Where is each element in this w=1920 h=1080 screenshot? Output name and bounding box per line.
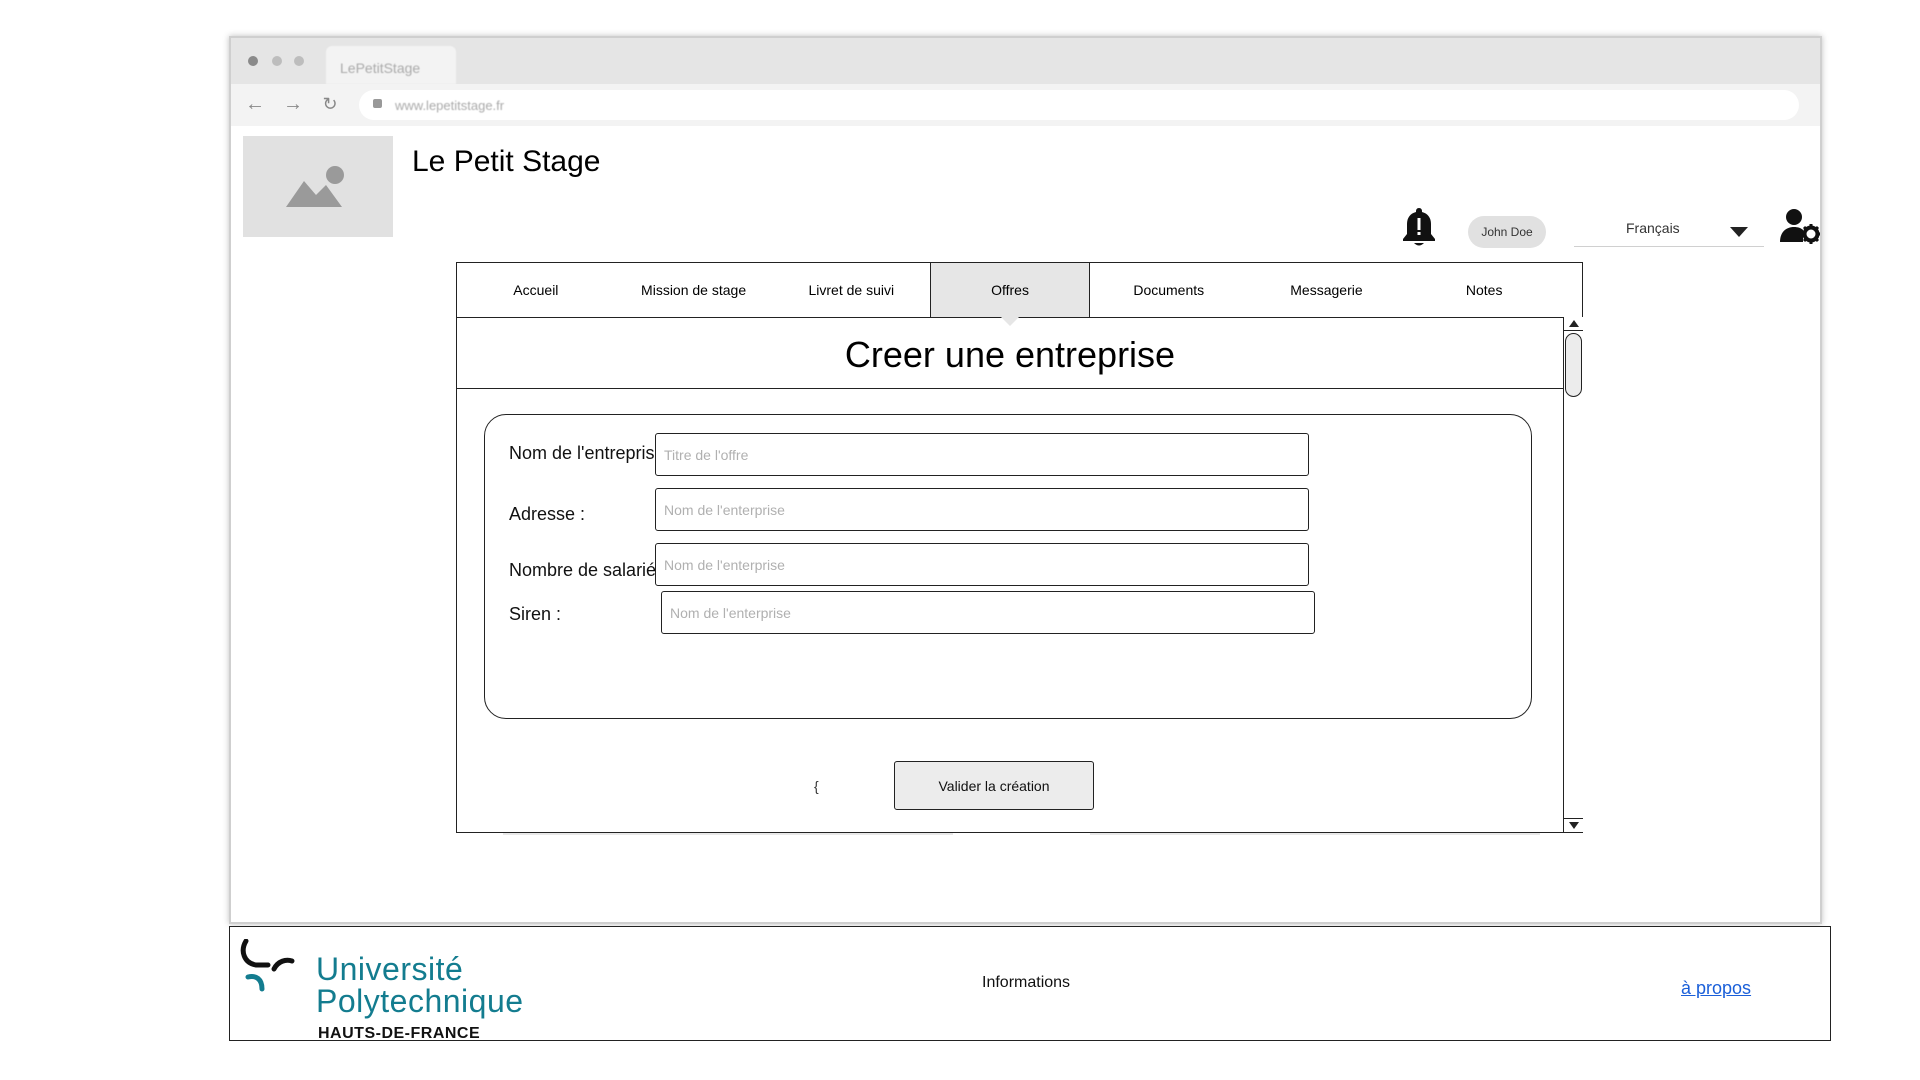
browser-tab[interactable]: LePetitStage: [326, 46, 456, 84]
window-minimize-dot[interactable]: [272, 56, 282, 66]
main-tabs: Accueil Mission de stage Livret de suivi…: [457, 263, 1563, 326]
user-settings-icon[interactable]: [1780, 208, 1820, 244]
reload-icon[interactable]: ↻: [318, 92, 342, 116]
address-bar[interactable]: www.lepetitstage.fr: [359, 90, 1799, 120]
panel-shadow-right: [1090, 833, 1540, 835]
scroll-up-arrow-icon[interactable]: [1564, 317, 1583, 331]
address-label: Adresse :: [509, 504, 586, 524]
siren-input[interactable]: [661, 591, 1315, 634]
tab-accueil[interactable]: Accueil: [457, 263, 615, 317]
siren-label: Siren :: [509, 604, 562, 624]
tab-offres[interactable]: Offres: [930, 263, 1090, 326]
back-arrow-icon[interactable]: ←: [243, 92, 267, 116]
footer: Université Polytechnique HAUTS-DE-FRANCE…: [229, 926, 1831, 1042]
lock-icon: [373, 99, 382, 108]
footer-informations[interactable]: Informations: [982, 974, 1070, 992]
chevron-down-icon: [1730, 227, 1748, 237]
user-name-badge[interactable]: John Doe: [1468, 216, 1546, 248]
main-panel: Accueil Mission de stage Livret de suivi…: [456, 262, 1583, 833]
company-name-input[interactable]: [655, 433, 1309, 476]
window-maximize-dot[interactable]: [294, 56, 304, 66]
logo-line-region: HAUTS-DE-FRANCE: [318, 1025, 481, 1042]
site-logo-placeholder: [243, 136, 393, 237]
forward-arrow-icon[interactable]: →: [281, 92, 305, 116]
university-logo[interactable]: Université Polytechnique HAUTS-DE-FRANCE: [238, 933, 538, 1042]
browser-tabbar: LePetitStage: [231, 38, 1820, 84]
university-logo-mark-icon: [240, 939, 295, 992]
logo-line-polytechnique: Polytechnique: [316, 983, 524, 1019]
notification-bell-icon[interactable]: [1401, 206, 1437, 248]
scroll-down-arrow-icon[interactable]: [1564, 818, 1583, 832]
validate-creation-button[interactable]: Valider la création: [894, 761, 1094, 810]
title-divider: [457, 388, 1563, 389]
address-input[interactable]: [655, 488, 1309, 531]
panel-shadow-left: [503, 833, 953, 835]
url-text: www.lepetitstage.fr: [395, 98, 505, 113]
vertical-scrollbar[interactable]: [1563, 317, 1583, 832]
scrollbar-thumb[interactable]: [1565, 333, 1582, 397]
tab-mission-de-stage[interactable]: Mission de stage: [615, 263, 773, 317]
company-name-label: Nom de l'entreprise :: [509, 443, 675, 463]
tab-documents[interactable]: Documents: [1090, 263, 1248, 317]
language-select[interactable]: Français: [1574, 215, 1764, 247]
about-link[interactable]: à propos: [1681, 978, 1751, 999]
stray-brace-text: {: [814, 778, 819, 794]
employee-count-label: Nombre de salariés :: [509, 560, 676, 580]
site-title[interactable]: Le Petit Stage: [412, 145, 600, 179]
image-icon: [286, 166, 344, 207]
form-title: Creer une entreprise: [844, 334, 1176, 375]
window-close-dot[interactable]: [248, 56, 258, 66]
tab-messagerie[interactable]: Messagerie: [1248, 263, 1406, 317]
browser-navbar: ← → ↻ www.lepetitstage.fr: [231, 84, 1820, 126]
language-value: Français: [1626, 220, 1680, 236]
tab-livret-de-suivi[interactable]: Livret de suivi: [772, 263, 930, 317]
company-form: Nom de l'entreprise : Adresse : Nombre d…: [484, 414, 1532, 719]
employee-count-input[interactable]: [655, 543, 1309, 586]
tab-notes[interactable]: Notes: [1405, 263, 1563, 317]
